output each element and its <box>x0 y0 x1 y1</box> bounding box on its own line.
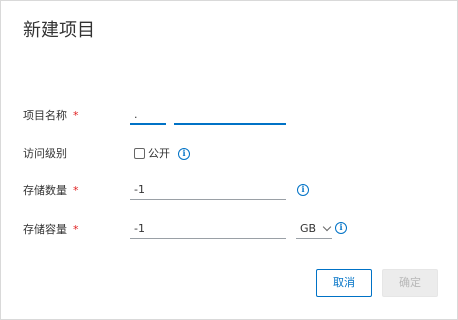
storage-capacity-label: 存储容量 * <box>23 223 79 237</box>
dialog-title: 新建项目 <box>23 20 95 41</box>
chevron-down-icon <box>322 222 332 232</box>
capacity-unit-select[interactable]: GB <box>296 219 332 239</box>
cancel-button[interactable]: 取消 <box>316 269 372 297</box>
storage-capacity-label-text: 存储容量 <box>23 223 67 236</box>
storage-quantity-label-text: 存储数量 <box>23 184 67 197</box>
required-mark: * <box>73 223 79 236</box>
info-icon[interactable]: i <box>335 222 347 234</box>
required-mark: * <box>73 184 79 197</box>
required-mark: * <box>73 109 79 122</box>
info-icon[interactable]: i <box>297 184 309 196</box>
project-name-input-part1[interactable]: . <box>130 105 166 125</box>
project-name-label-text: 项目名称 <box>23 109 67 122</box>
public-checkbox-label[interactable]: 公开 <box>148 147 170 161</box>
info-icon[interactable]: i <box>178 148 190 160</box>
project-name-input-part2[interactable] <box>174 105 286 125</box>
storage-capacity-input[interactable]: -1 <box>130 219 286 239</box>
project-name-label: 项目名称 * <box>23 109 79 123</box>
access-level-label: 访问级别 <box>23 147 67 160</box>
capacity-unit-value: GB <box>300 222 317 235</box>
confirm-button[interactable]: 确定 <box>382 269 438 297</box>
new-project-dialog: 新建项目 项目名称 * . 访问级别 公开 i 存储数量 * -1 i 存储容量 * … <box>0 0 458 320</box>
storage-quantity-label: 存储数量 * <box>23 184 79 198</box>
public-checkbox[interactable] <box>134 148 145 159</box>
storage-quantity-input[interactable]: -1 <box>130 180 286 200</box>
